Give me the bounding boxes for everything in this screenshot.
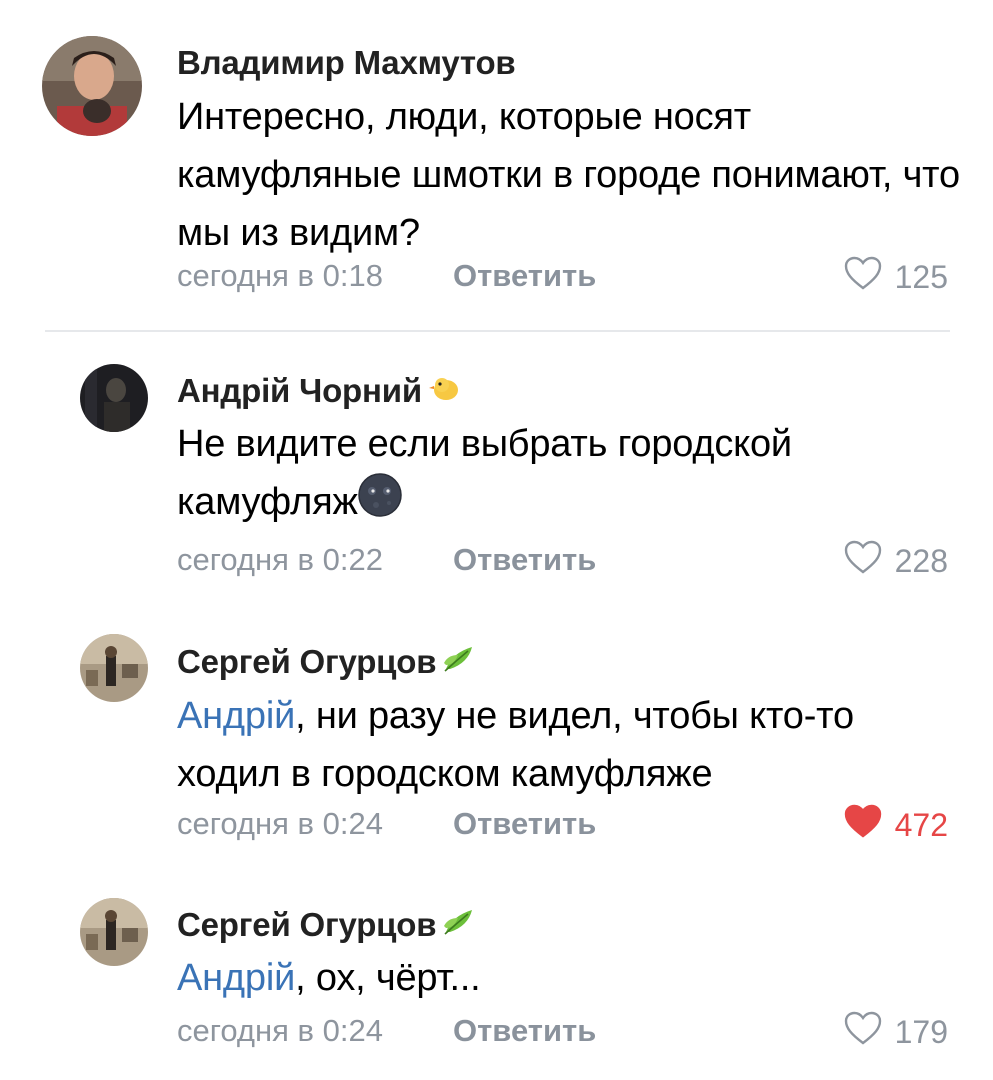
like-count: 179 — [894, 1013, 948, 1050]
like-count: 228 — [894, 542, 948, 579]
comment-time: сегодня в 0:24 — [177, 806, 383, 841]
comment-text: Андрій, ох, чёрт... — [177, 957, 481, 999]
heart-outline-icon — [843, 1010, 883, 1054]
comment-time: сегодня в 0:18 — [177, 258, 383, 293]
like-button[interactable]: 472 — [843, 803, 948, 847]
comment-author[interactable]: Сергей Огурцов — [177, 906, 476, 944]
comment-time: сегодня в 0:24 — [177, 1013, 383, 1048]
reply-button[interactable]: Ответить — [453, 542, 596, 578]
leaf-icon — [442, 643, 476, 681]
avatar[interactable] — [42, 36, 142, 136]
chick-icon — [428, 372, 460, 410]
heart-filled-icon — [843, 803, 883, 847]
comment-author[interactable]: Владимир Махмутов — [177, 44, 516, 82]
new-moon-face-icon — [357, 473, 402, 534]
avatar[interactable] — [80, 364, 148, 432]
comment-time: сегодня в 0:22 — [177, 542, 383, 577]
comment-author[interactable]: Сергей Огурцов — [177, 643, 476, 681]
avatar[interactable] — [80, 634, 148, 702]
mention-link[interactable]: Андрій — [177, 695, 295, 737]
heart-outline-icon — [843, 539, 883, 583]
leaf-icon — [442, 906, 476, 944]
like-count: 472 — [894, 806, 948, 843]
comment-text: Интересно, люди, которые носят камуфляны… — [177, 96, 960, 254]
like-button[interactable]: 179 — [843, 1010, 948, 1054]
comment-author[interactable]: Андрій Чорний — [177, 372, 460, 410]
mention-link[interactable]: Андрій — [177, 957, 295, 999]
comment-text: Не видите если выбрать городской камуфля… — [177, 415, 967, 534]
comment-text: Андрій, ни разу не видел, чтобы кто-то х… — [177, 695, 854, 795]
like-button[interactable]: 228 — [843, 539, 948, 583]
like-count: 125 — [894, 258, 948, 295]
heart-outline-icon — [843, 255, 883, 299]
reply-button[interactable]: Ответить — [453, 806, 596, 842]
avatar[interactable] — [80, 898, 148, 966]
divider — [45, 330, 950, 332]
like-button[interactable]: 125 — [843, 255, 948, 299]
reply-button[interactable]: Ответить — [453, 1013, 596, 1049]
reply-button[interactable]: Ответить — [453, 258, 596, 294]
